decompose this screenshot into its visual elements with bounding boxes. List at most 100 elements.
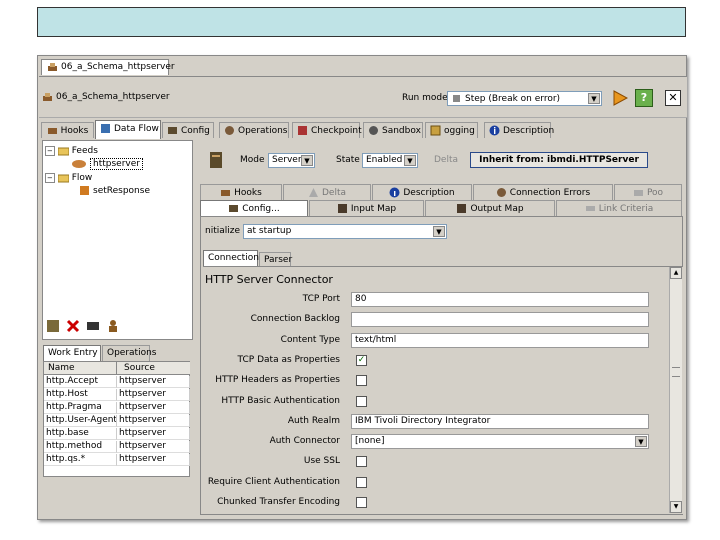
assemblyline-icon [47,61,58,72]
tab-data-flow[interactable]: Data Flow [95,120,161,139]
add-component-icon[interactable] [46,319,60,336]
chevron-down-icon[interactable]: ▼ [635,436,647,448]
chevron-down-icon: ▼ [301,155,313,166]
checkbox[interactable]: ✓ [356,354,367,366]
config-area: nitialize at startup ▼ Connection Parser … [200,216,683,515]
sandbox-icon [368,125,379,136]
assemblyline-icon [42,91,53,102]
cell-source[interactable]: httpserver [117,415,190,427]
slide-title-banner [37,7,686,37]
chevron-down-icon: ▼ [404,155,416,166]
tab-hooks[interactable]: Hooks [41,122,94,138]
work-entry-table: Name Source http.Accept httpserver http.Ho… [43,361,190,477]
cell-name[interactable]: http.Accept [44,376,117,388]
text-field[interactable] [351,312,649,328]
tab-sandbox[interactable]: Sandbox [363,122,423,138]
tree-node-flow[interactable]: − Flow [45,172,92,183]
pool-icon [633,187,644,198]
tree-node-httpserver[interactable]: httpserver [71,158,143,170]
close-icon[interactable]: ✕ [665,90,681,106]
cell-name[interactable]: http.Host [44,389,117,401]
scroll-down-arrow[interactable]: ▼ [670,501,682,513]
checkbox[interactable] [356,497,367,508]
cell-name[interactable]: http.Pragma [44,402,117,414]
tab-component-hooks[interactable]: Hooks [200,184,282,200]
mode-select[interactable]: Server ▼ [268,153,315,168]
mode-label: Mode [240,155,265,165]
tab-connection[interactable]: Connection [203,250,259,266]
cell-source[interactable]: httpserver [117,454,190,466]
checkbox[interactable] [356,395,367,407]
link-icon [585,203,596,214]
help-icon[interactable]: ? [635,89,653,107]
run-button[interactable] [612,90,629,106]
checkbox[interactable] [356,375,367,387]
tab-config[interactable]: Config [162,122,214,138]
book-icon [430,125,441,136]
config-icon [228,203,239,214]
text-field[interactable]: 80 [351,292,649,307]
cell-name[interactable]: http.base [44,428,117,440]
field-label: Connection Backlog [250,314,340,325]
cell-source[interactable]: httpserver [117,441,190,453]
tab-pool[interactable]: Poo [614,184,682,200]
delta-icon [308,187,319,198]
tab-component-description[interactable]: Description [372,184,472,200]
editor-tab-assemblyline[interactable]: 06_a_Schema_httpserver [41,59,175,75]
main-tab-bar: Hooks Data Flow Config Operations Checkp… [38,120,688,139]
tab-work-entry[interactable]: Work Entry [43,345,101,361]
dataflow-icon [100,123,111,134]
hook-icon [47,125,58,136]
connector-icon [71,158,87,169]
cell-name[interactable]: http.method [44,441,117,453]
tab-logging[interactable]: ogging [425,122,478,138]
field-label: TCP Data as Properties [237,354,340,365]
column-header-source[interactable]: Source [124,363,155,373]
scroll-thumb[interactable] [672,367,680,377]
auth-connector-select[interactable]: [none] ▼ [351,434,649,450]
tree-node-setresponse[interactable]: setResponse [79,185,150,196]
field-label: TCP Port [302,294,340,304]
checkbox[interactable] [356,456,367,468]
vertical-scrollbar[interactable]: ▲ ▼ [669,267,682,513]
delta-label[interactable]: Delta [434,155,458,165]
cell-source[interactable]: httpserver [117,376,190,388]
chevron-down-icon[interactable]: ▼ [588,93,600,104]
cell-source[interactable]: httpserver [117,389,190,401]
cell-name[interactable]: http.qs.* [44,454,117,466]
tab-link-criteria[interactable]: Link Criteria [556,200,682,216]
column-header-name[interactable]: Name [48,363,75,373]
operations-icon [496,187,507,198]
tab-connection-errors[interactable]: Connection Errors [473,184,613,200]
field-label: Use SSL [303,456,340,467]
run-mode-select[interactable]: Step (Break on error) ▼ [447,91,602,106]
inherit-button[interactable]: Inherit from: ibmdi.HTTPServer [470,152,648,168]
cell-source[interactable]: httpserver [117,402,190,414]
scroll-up-arrow[interactable]: ▲ [670,267,682,279]
delete-icon[interactable] [66,319,80,336]
tab-operations[interactable]: Operations [219,122,289,138]
rename-icon[interactable] [86,321,100,334]
text-field[interactable]: text/html [351,332,649,348]
checkbox[interactable] [356,476,367,488]
tree-node-feeds[interactable]: − Feeds [45,145,98,156]
tab-component-delta[interactable]: Delta [283,184,371,200]
tab-output-map[interactable]: Output Map [425,200,555,216]
cell-name[interactable]: http.User-Agent [44,415,117,427]
initialize-label: nitialize [205,226,241,236]
cell-source[interactable]: httpserver [117,428,190,440]
connection-form: HTTP Server Connector TCP Port 80 Connecti… [203,266,683,514]
info-icon [489,125,500,136]
input-map-icon [337,203,348,214]
run-mode-label: Run mode [402,93,448,103]
tdi-config-editor-window: 06_a_Schema_httpserver 06_a_Schema_https… [37,55,687,520]
person-icon[interactable] [106,319,120,336]
tab-config-component[interactable]: Config... [200,200,308,217]
tab-description[interactable]: Description [484,122,554,138]
text-field[interactable]: IBM Tivoli Directory Integrator [351,413,649,429]
tab-operations-list[interactable]: Operations [102,345,156,361]
tab-input-map[interactable]: Input Map [309,200,424,216]
initialize-select[interactable]: at startup ▼ [243,224,447,239]
tab-checkpoint[interactable]: Checkpoint [292,122,362,138]
state-select[interactable]: Enabled ▼ [362,153,418,168]
